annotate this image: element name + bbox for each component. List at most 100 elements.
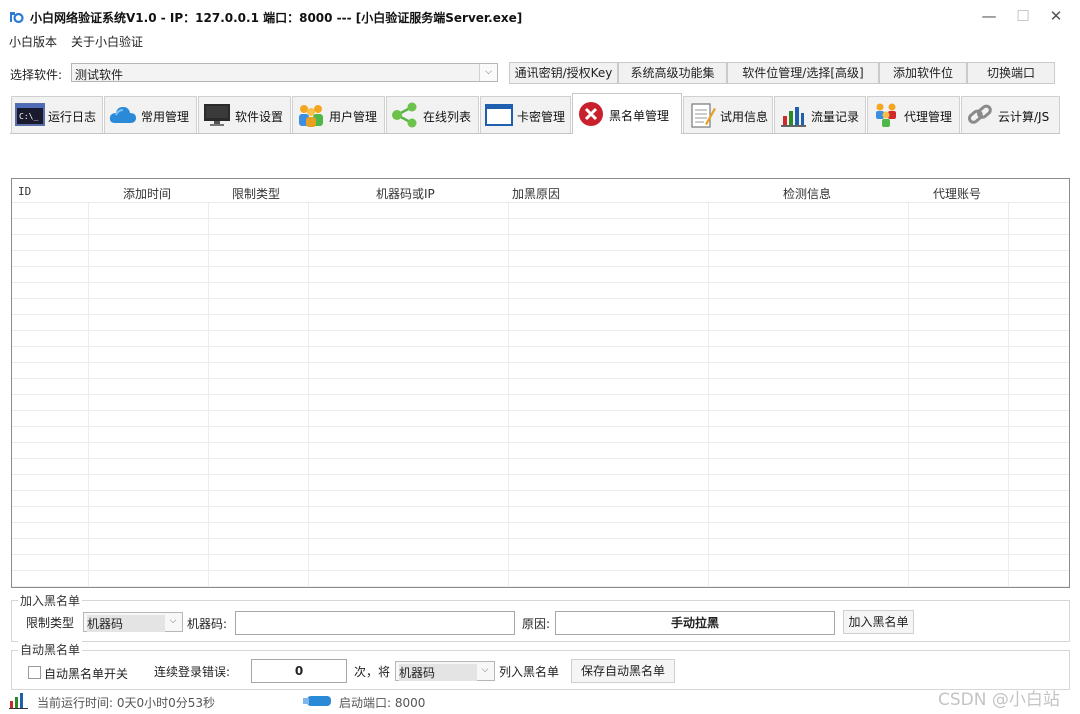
software-select[interactable]: 测试软件 ⌵: [71, 63, 498, 82]
add-software-slot-button[interactable]: 添加软件位: [879, 62, 967, 84]
chevron-down-icon[interactable]: ⌵: [476, 662, 494, 680]
tab-label: 云计算/JS: [998, 110, 1050, 124]
tab-run-log[interactable]: C:\_ 运行日志: [11, 96, 103, 133]
maximize-button[interactable]: ☐: [1008, 4, 1038, 28]
column-header[interactable]: 限制类型: [232, 185, 280, 202]
grid-row-line: [12, 330, 1069, 331]
reason-input[interactable]: 手动拉黑: [555, 611, 835, 635]
grid-column-line: [708, 203, 709, 587]
grid-row-line: [12, 266, 1069, 267]
tab-label: 卡密管理: [517, 110, 566, 124]
restrict-type-value: 机器码: [87, 615, 165, 632]
grid-row-line: [12, 410, 1069, 411]
tab-agent-manage[interactable]: 代理管理: [867, 96, 960, 133]
add-blacklist-button[interactable]: 加入黑名单: [843, 610, 914, 634]
tab-traffic-records[interactable]: 流量记录: [774, 96, 866, 133]
times-label: 次，将: [354, 665, 391, 679]
machine-code-input[interactable]: [235, 611, 515, 635]
grid-row-line: [12, 234, 1069, 235]
tab-user-manage[interactable]: 用户管理: [292, 96, 385, 133]
notepad-icon: [691, 103, 716, 128]
column-header[interactable]: 加黑原因: [512, 185, 560, 202]
grid-column-line: [908, 203, 909, 587]
bar-chart-icon: [781, 107, 806, 127]
grid-row-line: [12, 506, 1069, 507]
minimize-button[interactable]: —: [974, 4, 1004, 28]
grid-row-line: [12, 298, 1069, 299]
cloud-icon: [109, 107, 136, 123]
chevron-down-icon[interactable]: ⌵: [479, 64, 497, 81]
tab-label: 代理管理: [904, 110, 953, 124]
restrict-type-select[interactable]: 机器码 ⌵: [83, 612, 183, 632]
grid-row-line: [12, 314, 1069, 315]
share-icon: [392, 102, 417, 128]
auto-blacklist-checkbox[interactable]: [28, 666, 41, 679]
tab-card-manage[interactable]: 卡密管理: [480, 96, 571, 133]
login-errors-label: 连续登录错误:: [154, 665, 231, 679]
tab-online-list[interactable]: 在线列表: [386, 96, 479, 133]
tab-label: 运行日志: [48, 110, 97, 124]
console-icon: C:\_: [15, 103, 45, 126]
comm-key-button[interactable]: 通讯密钥/授权Key: [509, 62, 618, 84]
grid-column-line: [308, 203, 309, 587]
tab-panel: [10, 133, 1060, 178]
restrict-type-label: 限制类型: [26, 616, 75, 630]
runtime-chart-icon: [9, 693, 28, 709]
users-icon: [299, 105, 323, 127]
tab-blacklist-manage[interactable]: 黑名单管理: [572, 93, 682, 134]
grid-row-line: [12, 250, 1069, 251]
grid-row-line: [12, 442, 1069, 443]
grid-column-line: [208, 203, 209, 587]
grid-row-line: [12, 394, 1069, 395]
auto-type-select[interactable]: 机器码 ⌵: [395, 661, 495, 681]
software-slot-manage-button[interactable]: 软件位管理/选择[高级]: [727, 62, 879, 84]
grid-row-line: [12, 490, 1069, 491]
uptime-status: 当前运行时间: 0天0小时0分53秒: [37, 696, 216, 710]
monitor-icon: [204, 104, 230, 126]
auto-blacklist-switch-label: 自动黑名单开关: [44, 667, 129, 681]
machine-code-label: 机器码:: [187, 617, 228, 631]
grid-row-line: [12, 570, 1069, 571]
software-select-label: 选择软件:: [10, 68, 63, 82]
tab-label: 黑名单管理: [609, 109, 670, 123]
grid-row-line: [12, 522, 1069, 523]
auto-type-value: 机器码: [399, 664, 477, 681]
grid-column-line: [88, 203, 89, 587]
grid-row-line: [12, 346, 1069, 347]
window-title: 小白网络验证系统V1.0 - IP：127.0.0.1 端口：8000 --- …: [30, 11, 523, 25]
tab-software-settings[interactable]: 软件设置: [198, 96, 291, 133]
chevron-down-icon[interactable]: ⌵: [164, 613, 182, 631]
grid-row-line: [12, 426, 1069, 427]
grid-row-line: [12, 458, 1069, 459]
advanced-functions-button[interactable]: 系统高级功能集: [618, 62, 727, 84]
reason-label: 原因:: [522, 617, 551, 631]
svg-text:C:\_: C:\_: [19, 112, 38, 121]
column-header[interactable]: ID: [18, 185, 31, 198]
close-button[interactable]: ✕: [1041, 4, 1071, 28]
window-icon: [485, 104, 513, 126]
watermark: CSDN @小白站: [938, 690, 1060, 710]
switch-port-button[interactable]: 切换端口: [967, 62, 1055, 84]
grid-row-line: [12, 586, 1069, 587]
menu-about[interactable]: 关于小白验证: [71, 33, 143, 50]
blacklist-table[interactable]: ID 添加时间 限制类型 机器码或IP 加黑原因 检测信息 代理账号: [11, 178, 1070, 588]
tab-label: 在线列表: [423, 110, 472, 124]
save-auto-blacklist-button[interactable]: 保存自动黑名单: [571, 659, 675, 683]
tab-label: 试用信息: [720, 110, 769, 124]
login-errors-input[interactable]: 0: [251, 659, 347, 683]
tab-trial-info[interactable]: 试用信息: [683, 96, 773, 133]
grid-row-line: [12, 282, 1069, 283]
column-header[interactable]: 检测信息: [783, 185, 831, 202]
port-status: 启动端口: 8000: [339, 696, 426, 710]
column-header[interactable]: 机器码或IP: [376, 185, 435, 202]
tab-label: 常用管理: [141, 110, 190, 124]
tab-cloud-compute[interactable]: 云计算/JS: [961, 96, 1060, 133]
tab-common-manage[interactable]: 常用管理: [104, 96, 197, 133]
column-header[interactable]: 代理账号: [933, 185, 981, 202]
menu-version[interactable]: 小白版本: [9, 33, 57, 50]
tab-label: 流量记录: [811, 110, 860, 124]
grid-row-line: [12, 362, 1069, 363]
into-blacklist-label: 列入黑名单: [499, 665, 560, 679]
add-blacklist-group-title: 加入黑名单: [18, 592, 83, 609]
column-header[interactable]: 添加时间: [123, 185, 171, 202]
